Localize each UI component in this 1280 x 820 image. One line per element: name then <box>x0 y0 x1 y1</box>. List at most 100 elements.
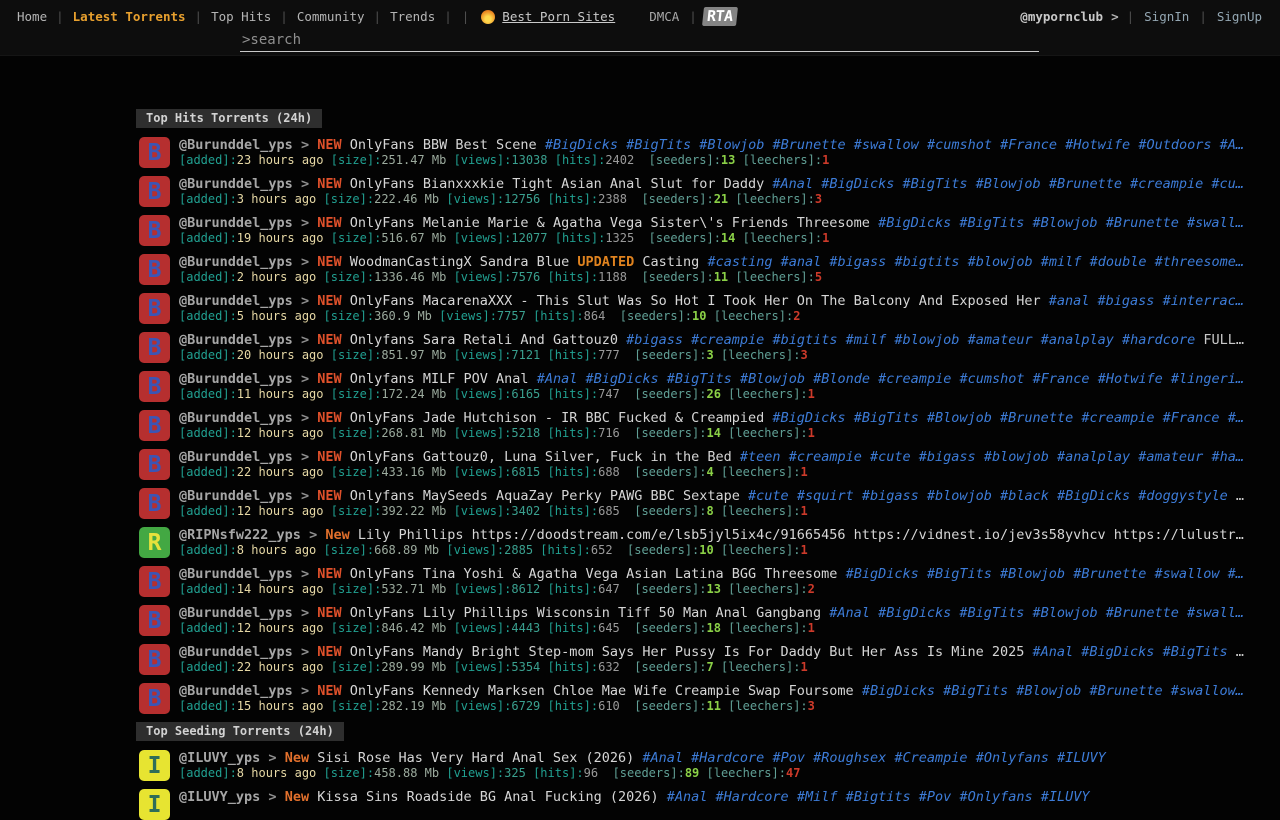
username-link[interactable]: @Burunddel_yps <box>179 683 293 699</box>
hashtag-link[interactable]: #cumshot <box>927 137 992 153</box>
nav-item-top-hits[interactable]: Top Hits <box>202 9 280 24</box>
torrent-title[interactable]: OnlyFans MacarenaXXX - This Slut Was So … <box>350 293 1041 309</box>
user-avatar[interactable]: B <box>139 332 170 363</box>
torrent-title[interactable]: Sisi Rose Has Very Hard Anal Sex (2026) <box>317 750 634 766</box>
hashtag-link[interactable]: #milf <box>1041 254 1082 270</box>
hashtag-link[interactable]: #creampie <box>1081 410 1154 426</box>
torrent-title[interactable]: Onlyfans MaySeeds AquaZay Perky PAWG BBC… <box>350 488 740 504</box>
hashtag-link[interactable]: #BigTits <box>959 605 1024 621</box>
user-avatar[interactable]: B <box>139 215 170 246</box>
signin-link[interactable]: SignIn <box>1134 9 1199 24</box>
hashtag-link[interactable]: #analplay <box>1057 449 1130 465</box>
user-avatar[interactable]: B <box>139 137 170 168</box>
hashtag-link[interactable]: #amateur <box>1138 449 1203 465</box>
user-avatar[interactable]: I <box>139 789 170 820</box>
hashtag-link[interactable]: #BigDicks <box>585 371 658 387</box>
torrent-title[interactable]: Onlyfans Sara Retali And Gattouz0 <box>350 332 618 348</box>
hashtag-link[interactable]: #BigTits <box>854 410 919 426</box>
hashtag-link[interactable]: #ha… <box>1211 449 1244 465</box>
hashtag-link[interactable]: #anal <box>1049 293 1090 309</box>
hashtag-link[interactable]: #milf <box>846 332 887 348</box>
hashtag-link[interactable]: #BigDicks <box>772 410 845 426</box>
nav-item-trends[interactable]: Trends <box>381 9 444 24</box>
user-avatar[interactable]: B <box>139 683 170 714</box>
torrent-title[interactable]: OnlyFans Melanie Marie & Agatha Vega Sis… <box>350 215 870 231</box>
hashtag-link[interactable]: #… <box>1228 566 1244 582</box>
hashtag-link[interactable]: #A… <box>1220 137 1244 153</box>
torrent-title[interactable]: Casting <box>642 254 699 270</box>
hashtag-link[interactable]: #BigTits <box>667 371 732 387</box>
hashtag-link[interactable]: #France <box>1163 410 1220 426</box>
hashtag-link[interactable]: #BigTits <box>927 566 992 582</box>
username-link[interactable]: @Burunddel_yps <box>179 371 293 387</box>
hashtag-link[interactable]: #BigTits <box>959 215 1024 231</box>
hashtag-link[interactable]: #Hotwife <box>1065 137 1130 153</box>
username-link[interactable]: @ILUVY_yps <box>179 750 260 766</box>
nav-item-latest-torrents[interactable]: Latest Torrents <box>64 9 195 24</box>
hashtag-link[interactable]: #BigDicks <box>878 605 951 621</box>
hashtag-link[interactable]: #swall… <box>1187 605 1244 621</box>
site-brand[interactable]: @mypornclub <box>1020 9 1103 24</box>
hashtag-link[interactable]: #Brunette <box>1073 566 1146 582</box>
hashtag-link[interactable]: #blowjob <box>984 449 1049 465</box>
hashtag-link[interactable]: #Brunette <box>1106 215 1179 231</box>
hashtag-link[interactable]: #BigDicks <box>878 215 951 231</box>
hashtag-link[interactable]: #Brunette <box>1106 605 1179 621</box>
hashtag-link[interactable]: #creampie <box>789 449 862 465</box>
hashtag-link[interactable]: #ILUVY <box>1041 789 1090 805</box>
hashtag-link[interactable]: #blowjob <box>894 332 959 348</box>
hashtag-link[interactable]: #BigTits <box>902 176 967 192</box>
hashtag-link[interactable]: #Blowjob <box>1033 215 1098 231</box>
hashtag-link[interactable]: #swallow… <box>1171 683 1244 699</box>
hashtag-link[interactable]: #France <box>1033 371 1090 387</box>
hashtag-link[interactable]: #BigTits <box>943 683 1008 699</box>
hashtag-link[interactable]: #Blowjob <box>740 371 805 387</box>
hashtag-link[interactable]: #Anal <box>772 176 813 192</box>
hashtag-link[interactable]: #Blowjob <box>699 137 764 153</box>
hashtag-link[interactable]: #cumshot <box>959 371 1024 387</box>
hashtag-link[interactable]: #double <box>1090 254 1147 270</box>
torrent-title[interactable]: OnlyFans Lily Phillips Wisconsin Tiff 50… <box>350 605 821 621</box>
user-avatar[interactable]: B <box>139 410 170 441</box>
torrent-title[interactable]: OnlyFans Tina Yoshi & Agatha Vega Asian … <box>350 566 838 582</box>
hashtag-link[interactable]: #swallow <box>1155 566 1220 582</box>
hashtag-link[interactable]: #swall… <box>1187 215 1244 231</box>
hashtag-link[interactable]: #Brunette <box>1000 410 1073 426</box>
hashtag-link[interactable]: #bigass <box>862 488 919 504</box>
hashtag-link[interactable]: #Blowjob <box>927 410 992 426</box>
hashtag-link[interactable]: #anal <box>781 254 822 270</box>
signup-link[interactable]: SignUp <box>1207 9 1272 24</box>
hashtag-link[interactable]: #Blowjob <box>976 176 1041 192</box>
hashtag-link[interactable]: #casting <box>707 254 772 270</box>
username-link[interactable]: @Burunddel_yps <box>179 605 293 621</box>
hashtag-link[interactable]: #Onlyfans <box>959 789 1032 805</box>
hashtag-link[interactable]: #bigtits <box>894 254 959 270</box>
hashtag-link[interactable]: #BigDicks <box>1057 488 1130 504</box>
hashtag-link[interactable]: #cute <box>870 449 911 465</box>
user-avatar[interactable]: B <box>139 566 170 597</box>
torrent-title[interactable]: Kissa Sins Roadside BG Anal Fucking (202… <box>317 789 658 805</box>
hashtag-link[interactable]: #Brunette <box>1089 683 1162 699</box>
hashtag-link[interactable]: #Bigtits <box>846 789 911 805</box>
username-link[interactable]: @Burunddel_yps <box>179 293 293 309</box>
hashtag-link[interactable]: #creampie <box>691 332 764 348</box>
hashtag-link[interactable]: #threesome… <box>1155 254 1244 270</box>
hashtag-link[interactable]: #teen <box>740 449 781 465</box>
torrent-title[interactable]: OnlyFans Gattouz0, Luna Silver, Fuck in … <box>350 449 732 465</box>
hashtag-link[interactable]: #bigass <box>829 254 886 270</box>
hashtag-link[interactable]: #Milf <box>797 789 838 805</box>
username-link[interactable]: @Burunddel_yps <box>179 410 293 426</box>
hashtag-link[interactable]: #black <box>1000 488 1049 504</box>
hashtag-link[interactable]: #Anal <box>829 605 870 621</box>
hashtag-link[interactable]: #Brunette <box>1049 176 1122 192</box>
hashtag-link[interactable]: #Anal <box>642 750 683 766</box>
hashtag-link[interactable]: #bigtits <box>772 332 837 348</box>
username-link[interactable]: @Burunddel_yps <box>179 332 293 348</box>
hashtag-link[interactable]: #BigTits <box>1163 644 1228 660</box>
torrent-title[interactable]: OnlyFans Bianxxxkie Tight Asian Anal Slu… <box>350 176 765 192</box>
torrent-title[interactable]: OnlyFans Jade Hutchison - IR BBC Fucked … <box>350 410 765 426</box>
username-link[interactable]: @Burunddel_yps <box>179 254 293 270</box>
user-avatar[interactable]: B <box>139 371 170 402</box>
nav-item-home[interactable]: Home <box>8 9 56 24</box>
hashtag-link[interactable]: #amateur <box>968 332 1033 348</box>
